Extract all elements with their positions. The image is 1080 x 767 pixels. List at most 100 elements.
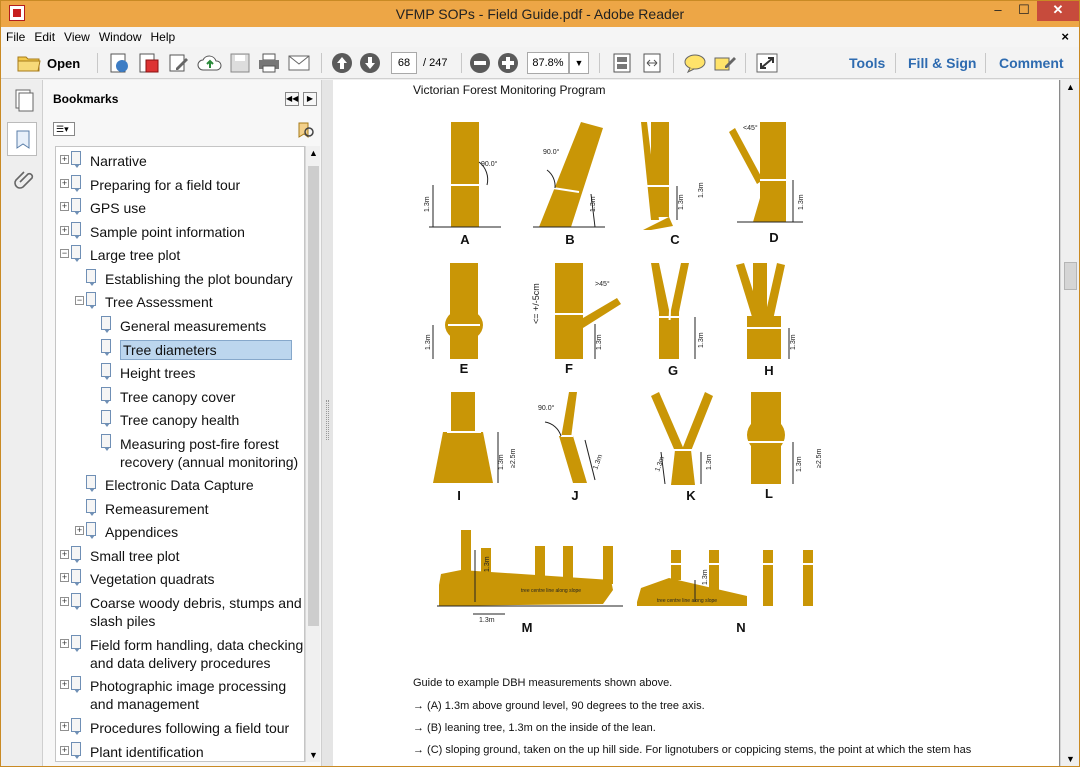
bookmark-item-large-tree-plot[interactable]: − Large tree plot xyxy=(56,245,304,265)
expand-icon[interactable]: + xyxy=(60,746,69,755)
bookmark-item-gps-use[interactable]: + GPS use xyxy=(56,198,304,218)
bookmark-item-procedures-following-a-field-tour[interactable]: + Procedures following a field tour xyxy=(56,718,304,738)
menu-edit[interactable]: Edit xyxy=(29,27,59,44)
scroll-up-arrow[interactable]: ▲ xyxy=(309,148,318,158)
bookmark-item-plant-identification[interactable]: + Plant identification xyxy=(56,742,304,761)
bookmark-item-measuring-post-fire-forest[interactable]: Measuring post-fire forest recovery (annu… xyxy=(56,434,304,474)
combine-files-icon[interactable] xyxy=(137,52,161,74)
edit-icon[interactable] xyxy=(167,52,191,74)
tree-g-trunk xyxy=(661,320,679,359)
fig-annotation: 1.3m xyxy=(702,569,709,585)
bookmarks-scroll-thumb[interactable] xyxy=(308,166,319,626)
expand-icon[interactable]: + xyxy=(60,550,69,559)
menu-help[interactable]: Help xyxy=(146,27,180,44)
bookmark-icon xyxy=(71,635,81,652)
expand-icon[interactable] xyxy=(755,52,779,74)
pdf-page: Victorian Forest Monitoring Program 90.0… xyxy=(333,80,1059,766)
bookmark-item-sample-point-information[interactable]: + Sample point information xyxy=(56,222,304,242)
zoom-input[interactable]: 87.8% xyxy=(527,52,569,74)
save-icon[interactable] xyxy=(229,52,251,74)
sticky-note-icon[interactable] xyxy=(683,52,707,74)
bookmark-item-tree-assessment[interactable]: − Tree Assessment xyxy=(56,292,304,312)
attachments-icon[interactable] xyxy=(14,168,34,190)
bookmarks-scrollbar[interactable]: ▲ ▼ xyxy=(305,146,320,762)
expand-icon[interactable]: + xyxy=(60,226,69,235)
tools-pane-button[interactable]: Tools xyxy=(849,55,885,71)
bookmarks-tab[interactable] xyxy=(7,122,37,156)
fit-width-icon[interactable] xyxy=(641,52,663,74)
bookmark-item-height-trees[interactable]: Height trees xyxy=(56,363,304,383)
collapse-icon[interactable]: − xyxy=(60,249,69,258)
email-icon[interactable] xyxy=(287,52,311,74)
bookmark-label-line2: and data delivery procedures xyxy=(90,655,271,671)
expand-icon[interactable]: + xyxy=(60,639,69,648)
document-view[interactable]: Victorian Forest Monitoring Program 90.0… xyxy=(333,80,1060,766)
expand-icon[interactable]: + xyxy=(60,597,69,606)
bookmark-label: Height trees xyxy=(120,365,196,381)
page-thumbnails-icon[interactable] xyxy=(14,88,34,112)
expand-icon[interactable]: + xyxy=(75,526,84,535)
maximize-button[interactable]: ☐ xyxy=(1011,1,1037,21)
bookmark-item-tree-canopy-health[interactable]: Tree canopy health xyxy=(56,410,304,430)
figure-label: N xyxy=(736,620,745,635)
fit-page-icon[interactable] xyxy=(611,52,633,74)
collapse-panel-button[interactable]: ◀◀ xyxy=(285,92,299,106)
zoom-in-icon[interactable] xyxy=(497,52,519,74)
next-page-icon[interactable] xyxy=(359,52,381,74)
open-button[interactable]: Open xyxy=(17,53,80,75)
bookmark-item-small-tree-plot[interactable]: + Small tree plot xyxy=(56,546,304,566)
bookmark-label: Remeasurement xyxy=(105,501,209,517)
fig-annotation: 1.3m xyxy=(479,617,495,624)
doc-scroll-up[interactable]: ▲ xyxy=(1066,82,1075,92)
menu-view[interactable]: View xyxy=(59,27,94,44)
close-document-button[interactable]: × xyxy=(1061,29,1069,44)
expand-icon[interactable]: + xyxy=(60,179,69,188)
scroll-down-arrow[interactable]: ▼ xyxy=(309,750,318,760)
zoom-dropdown-button[interactable]: ▼ xyxy=(569,52,589,74)
bookmark-label: Tree canopy cover xyxy=(120,389,236,405)
bookmark-item-appendices[interactable]: + Appendices xyxy=(56,522,304,542)
bookmark-item-tree-canopy-cover[interactable]: Tree canopy cover xyxy=(56,387,304,407)
doc-scroll-down[interactable]: ▼ xyxy=(1066,754,1075,764)
expand-panel-button[interactable]: ▶ xyxy=(303,92,317,106)
expand-icon[interactable]: + xyxy=(60,155,69,164)
bookmark-item-remeasurement[interactable]: Remeasurement xyxy=(56,499,304,519)
bookmark-item-field-form-handling-data-checking[interactable]: + Field form handling, data checking and d… xyxy=(56,635,304,675)
zoom-out-icon[interactable] xyxy=(469,52,491,74)
expand-icon[interactable]: + xyxy=(60,680,69,689)
bookmark-item-vegetation-quadrats[interactable]: + Vegetation quadrats xyxy=(56,569,304,589)
cloud-upload-icon[interactable] xyxy=(197,52,223,74)
tree-a xyxy=(451,122,479,227)
tree-i-trunk xyxy=(451,392,475,432)
bookmark-item-electronic-data-capture[interactable]: Electronic Data Capture xyxy=(56,475,304,495)
document-scroll-thumb[interactable] xyxy=(1064,262,1077,290)
pane-splitter[interactable] xyxy=(321,80,333,766)
menu-window[interactable]: Window xyxy=(94,27,146,44)
bookmark-item-establishing-the-plot-boundary[interactable]: Establishing the plot boundary xyxy=(56,269,304,289)
bookmark-item-tree-diameters[interactable]: Tree diameters xyxy=(56,339,304,360)
fill-sign-pane-button[interactable]: Fill & Sign xyxy=(908,55,976,71)
page-number-input[interactable]: 68 xyxy=(391,52,417,74)
minimize-button[interactable]: – xyxy=(985,1,1011,21)
bookmark-item-narrative[interactable]: + Narrative xyxy=(56,151,304,171)
page-total: / 247 xyxy=(423,57,448,69)
document-scrollbar[interactable]: ▲ ▼ xyxy=(1060,80,1079,766)
previous-page-icon[interactable] xyxy=(331,52,353,74)
close-button[interactable]: ✕ xyxy=(1037,1,1079,21)
create-pdf-icon[interactable] xyxy=(107,52,131,74)
bookmark-item-coarse-woody-debris-stumps-and[interactable]: + Coarse woody debris, stumps and slash pi… xyxy=(56,593,304,633)
comment-pane-button[interactable]: Comment xyxy=(999,55,1064,71)
bookmark-item-general-measurements[interactable]: General measurements xyxy=(56,316,304,336)
menu-file[interactable]: File xyxy=(1,27,29,44)
bookmark-item-photographic-image-processing[interactable]: + Photographic image processing and manage… xyxy=(56,676,304,716)
expand-icon[interactable]: + xyxy=(60,573,69,582)
highlight-text-icon[interactable] xyxy=(713,52,737,74)
expand-icon[interactable]: + xyxy=(60,202,69,211)
print-icon[interactable] xyxy=(257,52,281,74)
find-bookmark-icon[interactable] xyxy=(295,120,315,140)
collapse-icon[interactable]: − xyxy=(75,296,84,305)
folder-icon xyxy=(17,56,41,72)
expand-icon[interactable]: + xyxy=(60,722,69,731)
bookmark-options-button[interactable]: ☰▾ xyxy=(53,122,75,136)
bookmark-item-preparing-for-a-field-tour[interactable]: + Preparing for a field tour xyxy=(56,175,304,195)
